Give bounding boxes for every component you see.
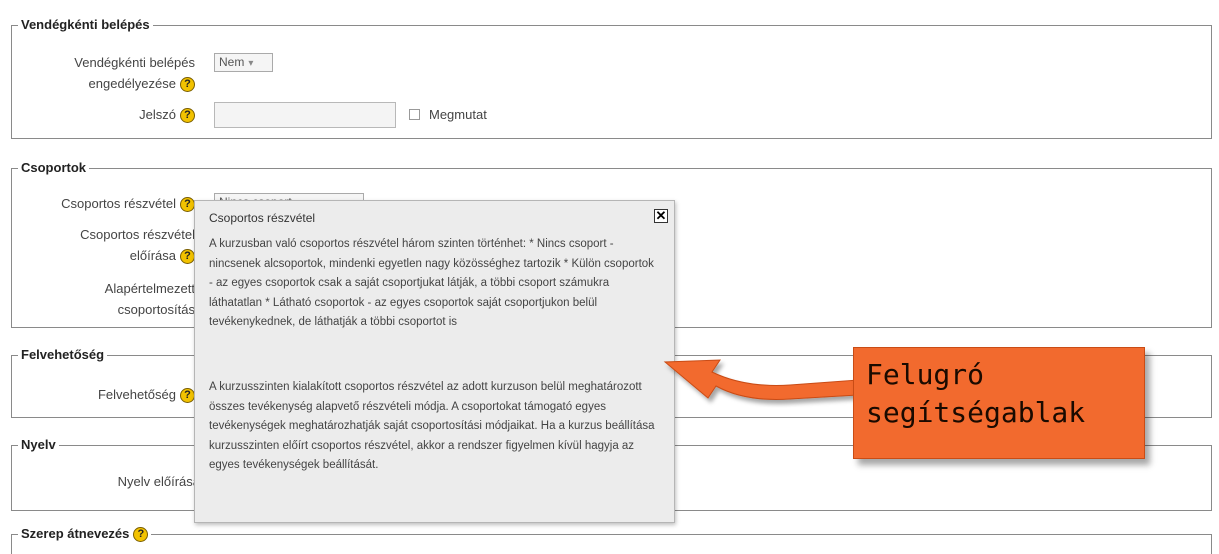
help-icon[interactable]: ? bbox=[180, 249, 195, 265]
help-icon[interactable]: ? bbox=[180, 77, 195, 93]
guest-allow-label: Vendégkénti belépés engedélyezése? bbox=[74, 55, 195, 93]
guest-allow-select[interactable]: Nem ▾ bbox=[214, 53, 273, 72]
help-popup: Csoportos részvétel ✕ A kurzusban való c… bbox=[194, 200, 675, 523]
help-icon[interactable]: ? bbox=[180, 108, 195, 124]
popup-title: Csoportos részvétel bbox=[209, 211, 316, 225]
help-icon[interactable]: ? bbox=[180, 197, 195, 213]
callout-line: Felugró bbox=[866, 358, 985, 391]
show-password-checkbox[interactable] bbox=[409, 109, 420, 120]
guest-access-legend: Vendégkénti belépés bbox=[18, 17, 153, 32]
availability-label: Felvehetőség? bbox=[40, 384, 195, 405]
force-language-label: Nyelv előírása bbox=[117, 474, 200, 489]
guest-password-input[interactable] bbox=[214, 102, 396, 128]
default-grouping-label: Alapértelmezett csoportosítás bbox=[104, 281, 195, 317]
chevron-down-icon: ▾ bbox=[248, 58, 254, 69]
role-rename-fieldset: Szerep átnevezés? bbox=[11, 526, 1212, 554]
callout-line: segítségablak bbox=[866, 396, 1086, 429]
groups-legend: Csoportok bbox=[18, 160, 89, 175]
force-group-mode-label: Csoportos részvétel előírása? bbox=[80, 227, 195, 265]
popup-paragraph: A kurzusban való csoportos részvétel hár… bbox=[209, 238, 654, 328]
group-mode-label: Csoportos részvétel? bbox=[20, 193, 195, 214]
help-icon[interactable]: ? bbox=[133, 527, 149, 543]
guest-password-label: Jelszó? bbox=[50, 104, 195, 125]
role-rename-legend: Szerep átnevezés? bbox=[18, 526, 152, 543]
close-icon[interactable]: ✕ bbox=[654, 209, 668, 223]
help-icon[interactable]: ? bbox=[180, 388, 195, 404]
language-legend: Nyelv bbox=[18, 437, 59, 452]
callout-box: Felugró segítségablak bbox=[853, 347, 1145, 459]
show-password-label: Megmutat bbox=[429, 107, 487, 122]
popup-paragraph: A kurzusszinten kialakított csoportos ré… bbox=[209, 381, 655, 471]
availability-legend: Felvehetőség bbox=[18, 347, 108, 362]
